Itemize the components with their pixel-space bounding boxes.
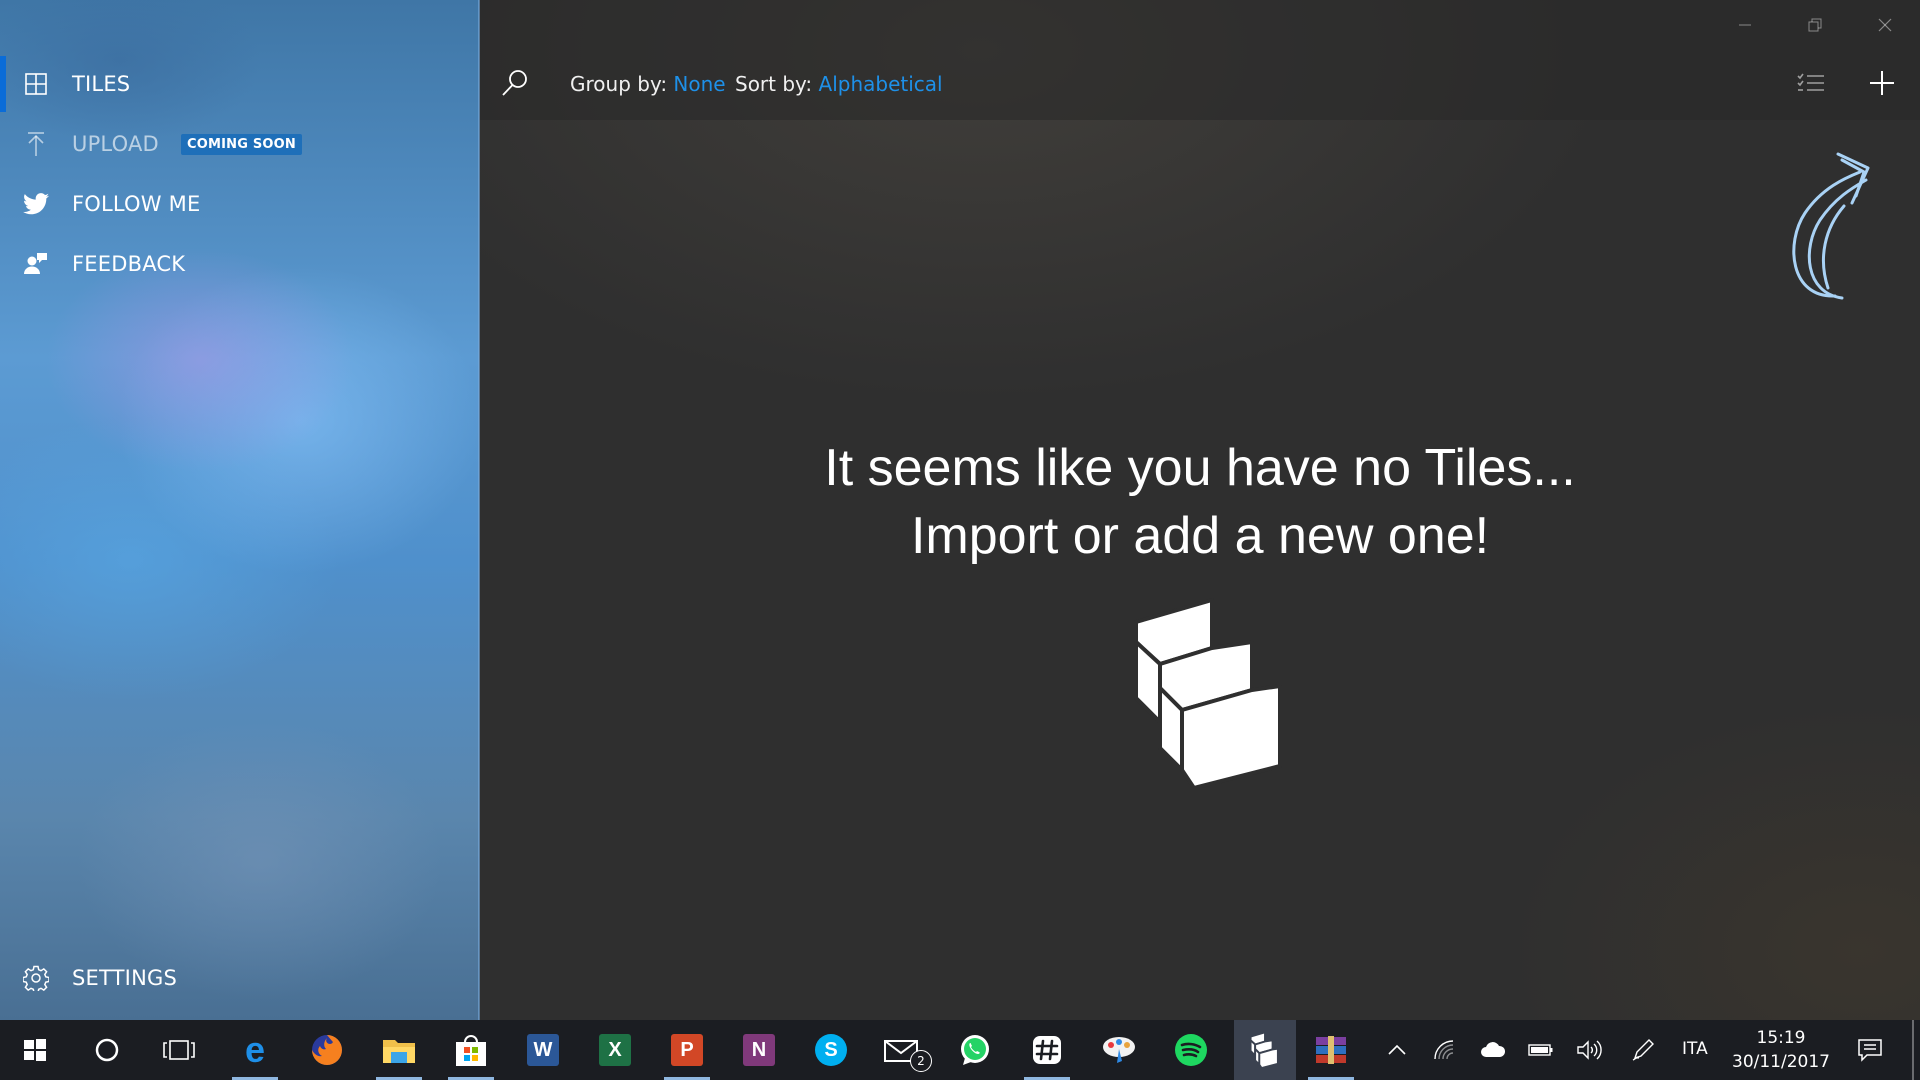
taskbar-app-onenote[interactable]: N — [730, 1020, 788, 1080]
empty-state-line-1: It seems like you have no Tiles... — [824, 439, 1576, 497]
taskbar-app-edge[interactable]: e — [226, 1020, 284, 1080]
taskbar-clock[interactable]: 15:19 30/11/2017 — [1726, 1026, 1836, 1074]
task-view-icon — [163, 1040, 195, 1060]
input-language-indicator[interactable]: ITA — [1682, 1039, 1708, 1059]
group-by-filter: Group by: None — [570, 72, 726, 96]
volume-icon[interactable] — [1572, 1020, 1606, 1080]
sidebar-item-label: FEEDBACK — [72, 252, 186, 276]
clock-time: 15:19 — [1756, 1028, 1806, 1048]
sidebar-item-label: SETTINGS — [72, 966, 177, 990]
tiles-app-icon — [1249, 1032, 1279, 1068]
clock-date: 30/11/2017 — [1732, 1052, 1830, 1072]
group-by-dropdown[interactable]: None — [673, 72, 725, 96]
sidebar-item-upload[interactable]: UPLOAD COMING SOON — [0, 116, 479, 172]
pen-workspace-icon[interactable] — [1626, 1020, 1660, 1080]
sidebar: TILES UPLOAD COMING SOON FOLLOW ME FEEDB… — [0, 0, 479, 1020]
taskbar-app-powerpoint[interactable]: P — [658, 1020, 716, 1080]
main-content: Group by: None Sort by: Alphabetical It … — [480, 0, 1920, 1020]
folder-icon — [383, 1040, 415, 1063]
sort-by-filter: Sort by: Alphabetical — [735, 72, 943, 96]
spotify-icon — [1175, 1034, 1207, 1066]
taskbar-app-mail[interactable]: 2 — [874, 1020, 932, 1080]
empty-state-line-2: Import or add a new one! — [910, 507, 1490, 565]
taskbar-app-tiles[interactable] — [1234, 1020, 1296, 1080]
empty-state-message: It seems like you have no Tiles... Impor… — [480, 434, 1920, 570]
sidebar-item-label: FOLLOW ME — [72, 192, 201, 216]
taskbar-app-winrar[interactable] — [1302, 1020, 1360, 1080]
sidebar-item-label: TILES — [72, 72, 131, 96]
sidebar-item-feedback[interactable]: FEEDBACK — [0, 236, 479, 292]
taskbar-app-file-explorer[interactable] — [370, 1020, 428, 1080]
cortana-button[interactable] — [78, 1020, 136, 1080]
feedback-person-icon — [22, 250, 50, 278]
store-bag-icon — [456, 1035, 486, 1066]
onenote-icon: N — [743, 1034, 775, 1066]
onedrive-cloud-icon[interactable] — [1476, 1020, 1510, 1080]
restore-button[interactable] — [1790, 8, 1840, 42]
firefox-icon — [312, 1035, 342, 1065]
sidebar-item-follow-me[interactable]: FOLLOW ME — [0, 176, 479, 232]
selection-indicator — [0, 56, 6, 112]
windows-logo-icon — [24, 1039, 46, 1061]
task-view-button[interactable] — [150, 1020, 208, 1080]
minimize-button[interactable] — [1720, 8, 1770, 42]
close-button[interactable] — [1860, 8, 1910, 42]
paint-palette-icon — [1103, 1037, 1135, 1063]
gear-icon — [22, 964, 50, 992]
curved-arrow-hint-icon — [1792, 152, 1870, 300]
action-center-notification-icon[interactable] — [1850, 1020, 1890, 1080]
slack-icon — [1033, 1036, 1061, 1064]
taskbar-app-paint[interactable] — [1090, 1020, 1148, 1080]
upload-arrow-icon — [22, 130, 50, 158]
tiles-cubes-icon — [1134, 598, 1282, 788]
wifi-icon[interactable] — [1428, 1020, 1462, 1080]
excel-icon: X — [599, 1034, 631, 1066]
mail-count-badge: 2 — [910, 1050, 932, 1072]
edge-icon: e — [244, 1029, 266, 1070]
taskbar-app-firefox[interactable] — [298, 1020, 356, 1080]
taskbar-app-word[interactable]: W — [514, 1020, 572, 1080]
powerpoint-icon: P — [671, 1034, 703, 1066]
multi-select-list-icon[interactable] — [1794, 66, 1828, 100]
taskbar-app-store[interactable] — [442, 1020, 500, 1080]
group-by-label: Group by: — [570, 72, 668, 96]
skype-icon: S — [815, 1034, 847, 1066]
sidebar-item-tiles[interactable]: TILES — [0, 56, 479, 112]
word-icon: W — [527, 1034, 559, 1066]
taskbar: e W X P N S 2 ITA 15:19 30/11/2017 — [0, 1020, 1920, 1080]
whatsapp-icon — [961, 1035, 989, 1065]
start-button[interactable] — [6, 1020, 64, 1080]
sort-by-dropdown[interactable]: Alphabetical — [819, 72, 943, 96]
sidebar-item-settings[interactable]: SETTINGS — [0, 950, 479, 1006]
winrar-books-icon — [1316, 1036, 1346, 1064]
sidebar-item-label: UPLOAD — [72, 132, 159, 156]
taskbar-app-whatsapp[interactable] — [946, 1020, 1004, 1080]
taskbar-app-skype[interactable]: S — [802, 1020, 860, 1080]
taskbar-app-slack[interactable] — [1018, 1020, 1076, 1080]
taskbar-app-excel[interactable]: X — [586, 1020, 644, 1080]
app-window: TILES UPLOAD COMING SOON FOLLOW ME FEEDB… — [0, 0, 1920, 1020]
twitter-bird-icon — [22, 190, 50, 218]
toolbar: Group by: None Sort by: Alphabetical — [480, 0, 1920, 120]
sort-by-label: Sort by: — [735, 72, 813, 96]
search-icon[interactable] — [500, 68, 532, 100]
show-hidden-icons-chevron-icon[interactable] — [1382, 1020, 1412, 1080]
coming-soon-badge: COMING SOON — [181, 133, 302, 155]
add-tile-icon[interactable] — [1865, 66, 1899, 100]
show-desktop-button[interactable] — [1912, 1020, 1914, 1080]
cortana-circle-icon — [95, 1038, 119, 1062]
battery-icon[interactable] — [1524, 1020, 1558, 1080]
tiles-grid-icon — [22, 70, 50, 98]
taskbar-app-spotify[interactable] — [1162, 1020, 1220, 1080]
